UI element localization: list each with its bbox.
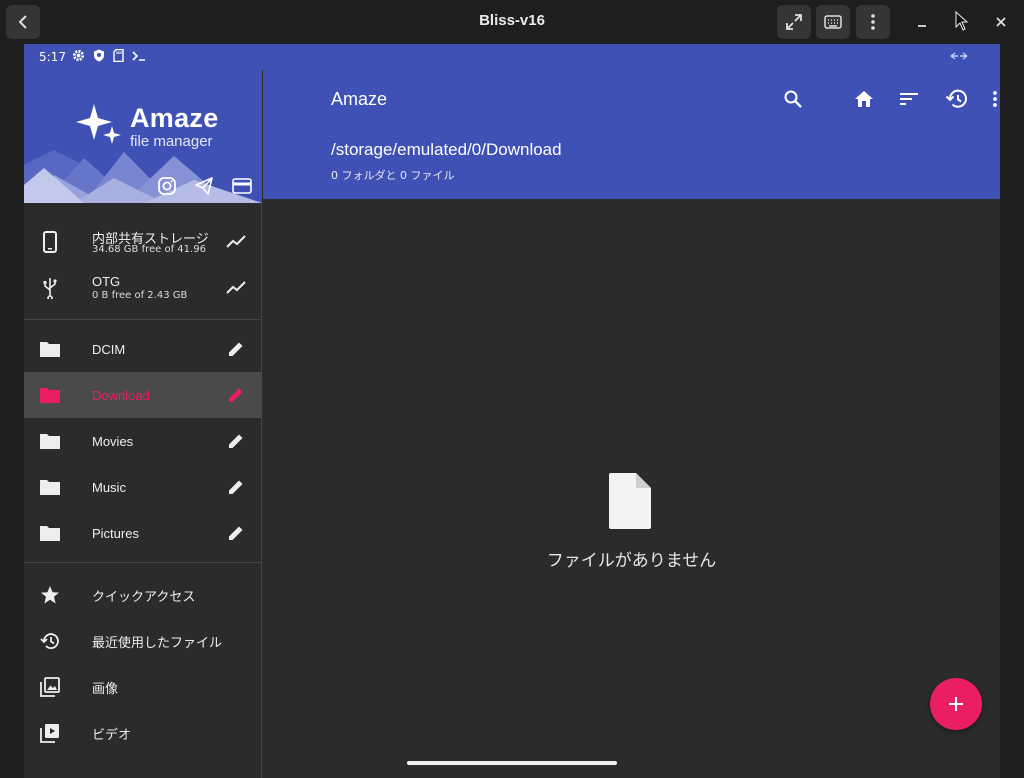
plus-icon (949, 697, 963, 711)
empty-state-text: ファイルがありません (546, 551, 717, 571)
quick-access-item[interactable]: クイックアクセス (24, 572, 262, 618)
sort-icon (900, 93, 918, 105)
image-icon (38, 675, 62, 699)
minimize-button[interactable] (905, 5, 939, 39)
home-button[interactable] (852, 87, 876, 111)
quick-label: クイックアクセス (92, 588, 196, 604)
edit-icon[interactable] (224, 521, 248, 545)
navigation-drawer: Amaze file manager 内部共有ストレージ 34.68 GB fr… (24, 70, 262, 778)
search-button[interactable] (781, 87, 805, 111)
credit-card-icon (232, 178, 252, 194)
analytics-icon[interactable] (224, 276, 248, 300)
quick-label: ビデオ (92, 726, 132, 742)
folder-item-download[interactable]: Download (24, 372, 262, 418)
quick-label: 画像 (92, 680, 119, 696)
drawer-divider (24, 562, 262, 563)
edit-icon[interactable] (224, 337, 248, 361)
phone-icon (38, 230, 62, 254)
folder-file-count: 0 フォルダと 0 ファイル (331, 169, 455, 182)
storage-space: 34.68 GB free of 41.96 (92, 244, 206, 255)
telegram-icon (195, 177, 213, 195)
status-bar: 5:17 (24, 44, 1000, 70)
overflow-menu-button[interactable] (983, 87, 1000, 111)
logo-subtitle: file manager (130, 133, 213, 150)
app-toolbar: Amaze /storage/emulated/0/Download 0 フォル… (263, 70, 1000, 199)
mouse-cursor-icon (955, 11, 969, 31)
donate-button[interactable] (231, 175, 253, 197)
star-icon (38, 583, 62, 607)
folder-item-dcim[interactable]: DCIM (24, 326, 262, 372)
edit-icon[interactable] (224, 383, 248, 407)
window-titlebar: Bliss-v16 (0, 0, 1024, 44)
sd-card-icon (113, 49, 124, 62)
videos-item[interactable]: ビデオ (24, 710, 262, 756)
home-icon (855, 91, 873, 107)
current-path[interactable]: /storage/emulated/0/Download (331, 140, 562, 160)
history-button[interactable] (944, 87, 968, 111)
add-fab-button[interactable] (930, 678, 982, 730)
status-time: 5:17 (39, 50, 66, 64)
terminal-icon (132, 50, 145, 61)
history-icon (945, 89, 967, 108)
folder-icon (38, 383, 62, 407)
analytics-icon[interactable] (224, 230, 248, 254)
instagram-button[interactable] (156, 175, 178, 197)
quick-label: 最近使用したファイル (92, 634, 223, 650)
folder-item-movies[interactable]: Movies (24, 418, 262, 464)
telegram-button[interactable] (193, 175, 215, 197)
folder-icon (38, 521, 62, 545)
folder-item-pictures[interactable]: Pictures (24, 510, 262, 556)
gesture-navigation-bar[interactable] (407, 761, 617, 765)
folder-label: Download (92, 387, 150, 403)
window-menu-button[interactable] (856, 5, 890, 39)
folder-icon (38, 475, 62, 499)
logo-title: Amaze (130, 103, 219, 133)
more-vertical-icon (993, 91, 997, 107)
folder-label: DCIM (92, 341, 126, 357)
fullscreen-button[interactable] (777, 5, 811, 39)
folder-icon (38, 337, 62, 361)
edit-icon[interactable] (224, 429, 248, 453)
folder-label: Music (92, 479, 126, 495)
file-icon (609, 473, 651, 529)
folder-icon (38, 429, 62, 453)
shield-icon (94, 49, 104, 62)
close-button[interactable] (984, 5, 1018, 39)
folder-label: Movies (92, 433, 134, 449)
folder-item-music[interactable]: Music (24, 464, 262, 510)
usb-icon (38, 276, 62, 300)
images-item[interactable]: 画像 (24, 664, 262, 710)
close-icon (996, 17, 1006, 27)
folder-label: Pictures (92, 525, 139, 541)
drawer-header: Amaze file manager (24, 70, 262, 203)
settings-icon (72, 49, 85, 62)
recent-files-item[interactable]: 最近使用したファイル (24, 618, 262, 664)
network-icon (950, 52, 968, 60)
instagram-icon (158, 177, 176, 195)
keyboard-button[interactable] (816, 5, 850, 39)
emulator-window: Bliss-v16 5:17 Amaze file manager 内部共有スト… (0, 0, 1024, 778)
sort-button[interactable] (897, 87, 921, 111)
storage-space: 0 B free of 2.43 GB (92, 290, 188, 301)
minimize-icon (918, 25, 926, 27)
keyboard-icon (824, 15, 842, 29)
video-icon (38, 721, 62, 745)
storage-item-otg[interactable]: OTG 0 B free of 2.43 GB (24, 265, 262, 311)
amaze-logo-icon (76, 104, 121, 144)
storage-label: OTG (92, 274, 121, 289)
more-vertical-icon (871, 14, 875, 30)
edit-icon[interactable] (224, 475, 248, 499)
search-icon (784, 90, 802, 108)
expand-icon (786, 14, 802, 30)
storage-item-internal[interactable]: 内部共有ストレージ 34.68 GB free of 41.96 (24, 219, 262, 265)
app-title: Amaze (331, 89, 388, 109)
drawer-divider (24, 319, 262, 320)
history-icon (38, 629, 62, 653)
android-screen: 5:17 Amaze file manager 内部共有ストレージ 34.68 … (24, 44, 1000, 778)
maximize-button[interactable] (945, 5, 979, 39)
